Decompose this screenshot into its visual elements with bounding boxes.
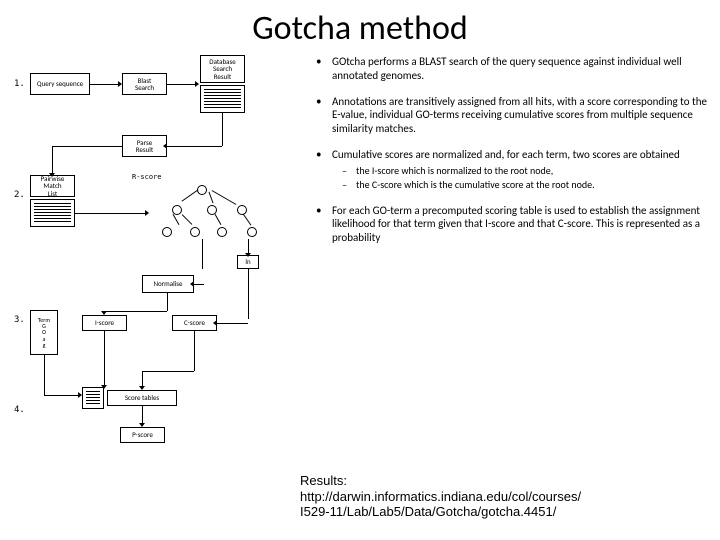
bullet-4: For each GO-term a precomputed scoring t…: [310, 204, 708, 245]
bullet-3: Cumulative scores are normalized and, fo…: [310, 148, 708, 192]
box-ln: ln: [237, 255, 259, 269]
box-parse: Parse Result: [122, 135, 167, 157]
bullet-2: Annotations are transitively assigned fr…: [310, 95, 708, 136]
flow-diagram: 1. 2. 3. 4. Query sequence Blast Search …: [12, 55, 302, 455]
footer-label: Results:: [300, 473, 347, 488]
hatch-table-left: [82, 387, 104, 409]
hatch-result: [200, 85, 245, 113]
box-iscore: I-score: [82, 315, 127, 331]
box-dbsearch: Database Search Result: [200, 55, 245, 83]
footer-url-2: I529-11/Lab/Lab5/Data/Gotcha/gotcha.4451…: [300, 504, 556, 519]
step-4: 4.: [14, 405, 25, 415]
footer: Results: http://darwin.informatics.india…: [300, 473, 581, 520]
hatch-pairwise: [30, 199, 75, 227]
box-cscore: C-score: [172, 315, 217, 331]
bullet-3-sub-2: the C-score which is the cumulative scor…: [332, 179, 708, 192]
box-blast: Blast Search: [122, 73, 167, 95]
bullet-1: GOtcha performs a BLAST search of the qu…: [310, 55, 708, 83]
box-normalise: Normalise: [142, 275, 194, 293]
bullet-3-sub-1: the I-score which is normalized to the r…: [332, 165, 708, 178]
box-scoretables: Score tables: [107, 390, 177, 406]
slide-title: Gotcha method: [0, 0, 720, 49]
box-pairwise: Pairwise Match List: [30, 175, 75, 197]
step-2: 2.: [14, 190, 25, 200]
lbl-rscore: R-score: [132, 173, 162, 181]
step-1: 1.: [14, 79, 25, 89]
box-pscore: P-score: [120, 427, 165, 443]
step-3: 3.: [14, 315, 25, 325]
content-row: 1. 2. 3. 4. Query sequence Blast Search …: [0, 49, 720, 455]
box-query: Query sequence: [30, 73, 90, 95]
bullet-list: GOtcha performs a BLAST search of the qu…: [310, 55, 708, 455]
box-term-go: Term G O a g: [30, 310, 58, 355]
footer-url-1: http://darwin.informatics.indiana.edu/co…: [300, 489, 581, 504]
